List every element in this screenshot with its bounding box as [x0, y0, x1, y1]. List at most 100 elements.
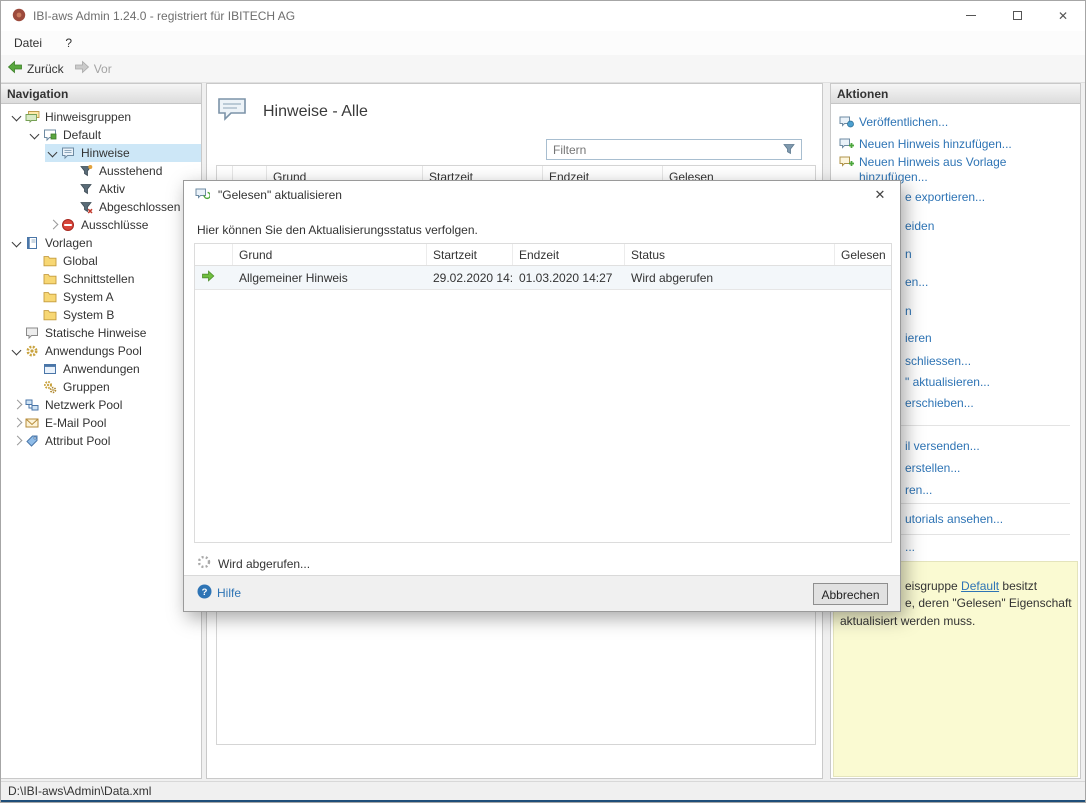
close-button[interactable]: ✕ [1040, 0, 1086, 31]
action-fragment[interactable]: schliessen... [905, 354, 971, 369]
nav-item-ausstehend[interactable]: Ausstehend [63, 162, 201, 180]
default-link[interactable]: Default [961, 579, 999, 593]
action-fragment[interactable]: il versenden... [905, 439, 980, 454]
forward-arrow-icon [74, 60, 90, 77]
nav-item-label: Netzwerk Pool [42, 398, 127, 412]
action-fragment[interactable]: n [905, 247, 912, 262]
nav-item-ausschluesse[interactable]: Ausschlüsse [45, 216, 201, 234]
nav-item-anwendungen[interactable]: Anwendungen [27, 360, 201, 378]
help-link[interactable]: ? Hilfe [197, 584, 241, 602]
nav-item-vorlagen[interactable]: Vorlagen [9, 234, 201, 252]
static-note-icon [25, 326, 42, 340]
chevron-right-icon[interactable] [45, 217, 61, 233]
column-startzeit[interactable]: Startzeit [427, 244, 513, 265]
nav-item-global[interactable]: Global [27, 252, 201, 270]
action-fragment[interactable]: eiden [905, 219, 934, 234]
action-neuen-hinweis-hinzufuegen[interactable]: Neuen Hinweis hinzufügen... [839, 137, 1012, 154]
action-label: Veröffentlichen... [859, 115, 948, 130]
info-text: eisgruppe [905, 579, 961, 593]
nav-item-label: System B [60, 308, 119, 322]
back-arrow-icon [7, 60, 23, 77]
nav-item-schnittstellen[interactable]: Schnittstellen [27, 270, 201, 288]
table-row[interactable]: Allgemeiner Hinweis 29.02.2020 14:27 01.… [195, 266, 891, 290]
column-gelesen[interactable]: Gelesen [835, 244, 891, 265]
chevron-spacer [63, 163, 79, 179]
back-button[interactable]: Zurück [7, 60, 64, 77]
note-default-icon [43, 128, 60, 142]
nav-item-netzwerk-pool[interactable]: Netzwerk Pool [9, 396, 201, 414]
action-fragment[interactable]: ... [905, 540, 915, 555]
chevron-spacer [27, 271, 43, 287]
maximize-button[interactable] [994, 0, 1040, 31]
nav-item-gruppen[interactable]: Gruppen [27, 378, 201, 396]
dialog-description: Hier können Sie den Aktualisierungsstatu… [197, 223, 478, 237]
notes-stack-icon [25, 110, 42, 124]
cancel-button[interactable]: Abbrechen [813, 583, 888, 605]
nav-item-hinweisgruppen[interactable]: Hinweisgruppen [9, 108, 201, 126]
notes-title-icon [217, 96, 247, 125]
row-endzeit: 01.03.2020 14:27 [513, 271, 625, 285]
chevron-down-icon[interactable] [9, 235, 25, 251]
chevron-spacer [27, 289, 43, 305]
nav-item-attribut-pool[interactable]: Attribut Pool [9, 432, 201, 450]
forward-label: Vor [94, 62, 112, 76]
nav-item-system-a[interactable]: System A [27, 288, 201, 306]
folder-icon [43, 290, 60, 304]
publish-note-icon [839, 115, 854, 132]
nav-item-label: Default [60, 128, 106, 142]
folder-icon [43, 272, 60, 286]
row-status: Wird abgerufen [625, 271, 835, 285]
menu-datei[interactable]: Datei [4, 31, 52, 55]
chevron-spacer [63, 181, 79, 197]
nav-item-label: Abgeschlossen [96, 200, 185, 214]
chevron-spacer [27, 253, 43, 269]
nav-item-system-b[interactable]: System B [27, 306, 201, 324]
menu-help[interactable]: ? [55, 31, 82, 55]
filter-funnel-icon[interactable] [777, 140, 801, 159]
row-state-cell [195, 270, 233, 285]
chevron-right-icon[interactable] [9, 397, 25, 413]
chevron-down-icon[interactable] [9, 109, 25, 125]
nav-item-abgeschlossen[interactable]: Abgeschlossen [63, 198, 201, 216]
info-text: besitzt [999, 579, 1037, 593]
actions-header: Aktionen [831, 84, 1080, 104]
nav-item-default[interactable]: Default [27, 126, 201, 144]
column-grund[interactable]: Grund [233, 244, 427, 265]
dialog-close-icon[interactable]: ✕ [860, 181, 900, 209]
chevron-down-icon[interactable] [27, 127, 43, 143]
action-fragment[interactable]: " aktualisieren... [905, 375, 990, 390]
action-fragment[interactable]: n [905, 304, 912, 319]
chevron-right-icon[interactable] [9, 433, 25, 449]
chevron-down-icon[interactable] [9, 343, 25, 359]
nav-item-statische-hinweise[interactable]: Statische Hinweise [9, 324, 201, 342]
action-fragment[interactable]: utorials ansehen... [905, 512, 1003, 527]
action-fragment[interactable]: e exportieren... [905, 190, 985, 205]
info-line-2: e, deren "Gelesen" Eigenschaft [905, 596, 1072, 610]
forward-button[interactable]: Vor [74, 60, 112, 77]
note-icon [61, 146, 78, 160]
action-fragment[interactable]: erstellen... [905, 461, 960, 476]
nav-item-label: E-Mail Pool [42, 416, 111, 430]
nav-item-email-pool[interactable]: E-Mail Pool [9, 414, 201, 432]
nav-item-hinweise[interactable]: Hinweise [45, 144, 201, 162]
nav-item-label: Hinweise [78, 146, 135, 160]
dialog-title: "Gelesen" aktualisieren [218, 188, 342, 202]
action-fragment[interactable]: ren... [905, 483, 932, 498]
action-fragment[interactable]: en... [905, 275, 928, 290]
minimize-button[interactable] [948, 0, 994, 31]
chevron-right-icon[interactable] [9, 415, 25, 431]
chevron-down-icon[interactable] [45, 145, 61, 161]
action-fragment[interactable]: ieren [905, 331, 932, 346]
action-veroeffentlichen[interactable]: Veröffentlichen... [839, 115, 948, 132]
action-fragment[interactable]: erschieben... [905, 396, 974, 411]
tag-icon [25, 434, 42, 448]
chevron-spacer [27, 307, 43, 323]
nav-item-anwendungs-pool[interactable]: Anwendungs Pool [9, 342, 201, 360]
column-endzeit[interactable]: Endzeit [513, 244, 625, 265]
gear-icon [25, 344, 42, 358]
dialog-table: Grund Startzeit Endzeit Status Gelesen A… [194, 243, 892, 543]
column-status[interactable]: Status [625, 244, 835, 265]
filter-input[interactable] [547, 143, 777, 157]
nav-item-label: Aktiv [96, 182, 130, 196]
nav-item-aktiv[interactable]: Aktiv [63, 180, 201, 198]
